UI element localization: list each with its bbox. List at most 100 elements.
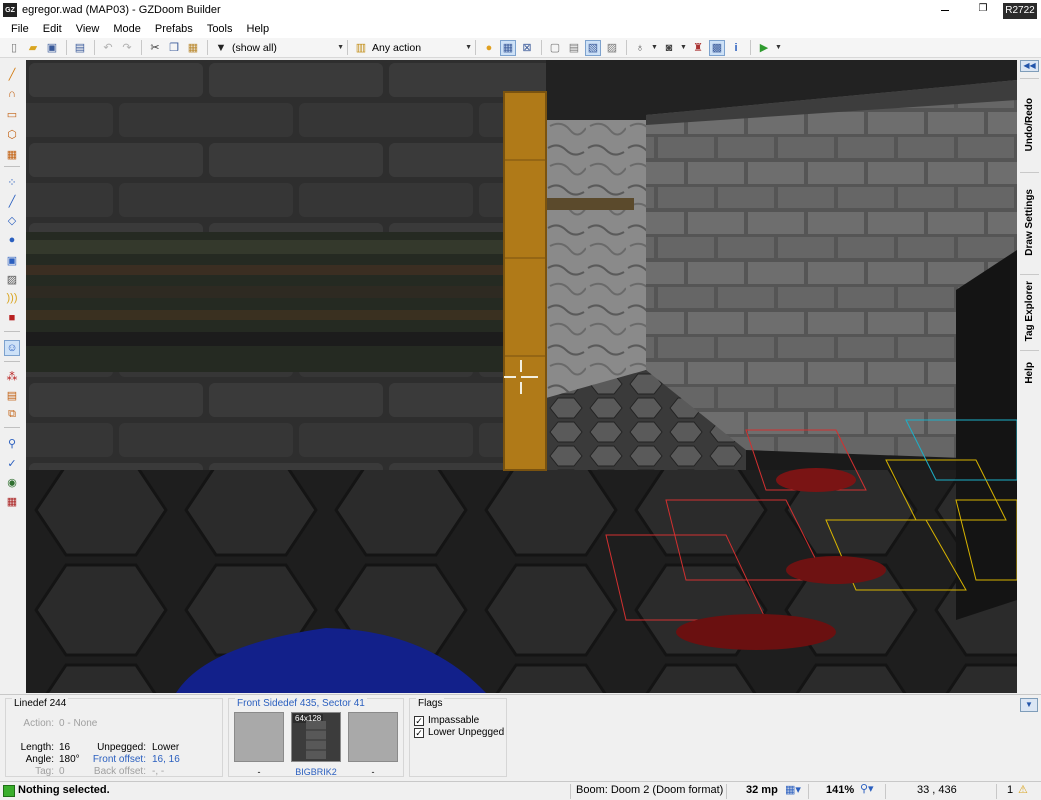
revision-badge: R2722 [1003,3,1037,19]
middle-texture-preview[interactable]: 64x128 [291,712,341,762]
view-ceilings-icon[interactable]: ▨ [604,40,620,56]
action-filter-dropdown[interactable]: Any action ▼ [372,40,472,56]
visplane-explorer-icon[interactable]: ■ [4,310,20,326]
view-floors-icon[interactable]: ▧ [585,39,601,56]
side-dock: ◀◀ Undo/Redo Draw Settings Tag Explorer … [1018,60,1041,693]
status-bar: Nothing selected. Boom: Doom 2 (Doom for… [0,781,1041,800]
visual-mode-viewport[interactable] [26,60,1017,693]
filter-icon: ▼ [215,41,227,54]
fog-icon[interactable]: ♜ [690,40,706,56]
3d-floor-icon[interactable]: ◉ [4,474,20,490]
test-map-icon[interactable]: ▶ [756,40,772,56]
mode-toolstrip: ╱ ∩ ▭ ⬡ ▦ ⁘ ╱ ◇ ● ▣ ▨ ))) ■ ☺ ⁂ ▤ ⧉ ⚲ ✓ … [0,60,24,693]
snap-icon[interactable]: ⊠ [519,40,535,56]
game-config[interactable]: Boom: Doom 2 (Doom format) [576,784,723,796]
tab-tag-explorer[interactable]: Tag Explorer [1020,274,1039,348]
open-map-icon[interactable]: ▰ [25,40,41,56]
warning-icon[interactable]: ⚠ [1018,783,1028,796]
redo-icon[interactable]: ↷ [119,40,135,56]
view-normal-icon[interactable]: ▢ [547,40,563,56]
linedef-colors-icon[interactable]: ▥ [353,40,369,56]
draw-lines-icon[interactable]: ╱ [4,66,20,82]
action-label: Action: [23,718,54,729]
things-filter-dropdown[interactable]: (show all) ▼ [232,40,344,56]
chevron-down-icon[interactable]: ▼ [775,40,782,56]
find-replace-icon[interactable]: ⚲ [4,435,20,451]
app-icon: GZ [3,3,17,17]
menu-tools[interactable]: Tools [200,20,240,38]
draw-ellipse-icon[interactable]: ⬡ [4,126,20,142]
grid-size[interactable]: 32 mp [746,784,778,796]
collapse-info-panel-icon[interactable]: ▼ [1020,698,1038,712]
lower-texture-preview[interactable] [348,712,398,762]
tab-help-label: Help [1024,361,1035,384]
menu-edit[interactable]: Edit [36,20,69,38]
tag-label: Tag: [35,766,54,777]
things-mode-icon[interactable]: ● [4,232,20,248]
select-things-icon[interactable]: ⁂ [4,368,20,384]
gradient-icon[interactable]: ⧉ [4,406,20,422]
chevron-down-icon: ▼ [465,44,472,51]
tab-tag-explorer-label: Tag Explorer [1024,281,1035,342]
copy-icon[interactable]: ❐ [166,40,182,56]
zoom-level[interactable]: 141% [826,784,854,796]
menu-help[interactable]: Help [240,20,277,38]
minimize-icon[interactable] [936,2,954,16]
length-value: 16 [59,742,71,753]
cut-icon[interactable]: ✂ [147,40,163,56]
menu-file[interactable]: File [4,20,36,38]
draw-rectangle-icon[interactable]: ▭ [4,106,20,122]
upper-texture-preview[interactable] [234,712,284,762]
zoom-icon[interactable]: ⚲▾ [860,782,874,795]
script-editor-icon[interactable]: ▤ [72,40,88,56]
make-sectors-icon[interactable]: ▣ [4,252,20,268]
draw-curve-icon[interactable]: ∩ [4,86,20,102]
undo-icon[interactable]: ↶ [100,40,116,56]
collapse-dock-icon[interactable]: ◀◀ [1020,60,1039,72]
menu-mode[interactable]: Mode [106,20,148,38]
back-offset-label: Back offset: [93,766,146,777]
tab-help[interactable]: Help [1020,350,1039,394]
status-ok-icon [3,785,15,797]
paste-icon[interactable]: ▦ [185,40,201,56]
save-map-icon[interactable]: ▣ [44,40,60,56]
warnings-count[interactable]: 1 [1007,784,1013,796]
front-offset-value: 16, 16 [152,754,180,765]
lights-icon[interactable]: ♁ [632,40,648,56]
map-analysis-icon[interactable]: ✓ [4,455,20,471]
grid-icon[interactable]: ▦ [500,39,516,56]
menu-view[interactable]: View [69,20,107,38]
toolstrip-separator [4,166,20,167]
tab-undo-redo[interactable]: Undo/Redo [1020,78,1039,170]
tab-draw-settings[interactable]: Draw Settings [1020,172,1039,272]
info-icon[interactable]: i [728,40,744,56]
brightness-icon[interactable]: ● [481,40,497,56]
sky-icon[interactable]: ▩ [709,39,725,56]
models-icon[interactable]: ◙ [661,40,677,56]
color-picker-icon[interactable]: ▦ [4,493,20,509]
linedef-title: Linedef 244 [12,698,69,709]
status-separator [570,784,571,799]
image-mode-icon[interactable]: ▨ [4,271,20,287]
linedefs-mode-icon[interactable]: ╱ [4,193,20,209]
chevron-down-icon[interactable]: ▼ [651,40,658,56]
toolbar-separator [541,40,542,55]
new-map-icon[interactable]: ▯ [6,40,22,56]
chevron-down-icon[interactable]: ▼ [680,40,687,56]
sound-mode-icon[interactable]: ))) [4,290,20,306]
sectors-mode-icon[interactable]: ◇ [4,212,20,228]
draw-grid-icon[interactable]: ▦ [4,146,20,162]
bridge-mode-icon[interactable]: ▤ [4,387,20,403]
toolstrip-separator [4,427,20,428]
view-brightness-icon[interactable]: ▤ [566,40,582,56]
menu-prefabs[interactable]: Prefabs [148,20,200,38]
sidedef-title: Front Sidedef 435, Sector 41 [235,698,367,709]
restore-icon[interactable]: ❐ [974,2,992,16]
vertices-mode-icon[interactable]: ⁘ [4,174,20,190]
status-separator [885,784,886,799]
toolbar-separator [475,40,476,55]
lower-texture-name: - [371,767,375,777]
toolbar-separator [66,40,67,55]
visual-mode-icon[interactable]: ☺ [4,340,20,356]
grid-size-icon[interactable]: ▦▾ [785,783,801,796]
